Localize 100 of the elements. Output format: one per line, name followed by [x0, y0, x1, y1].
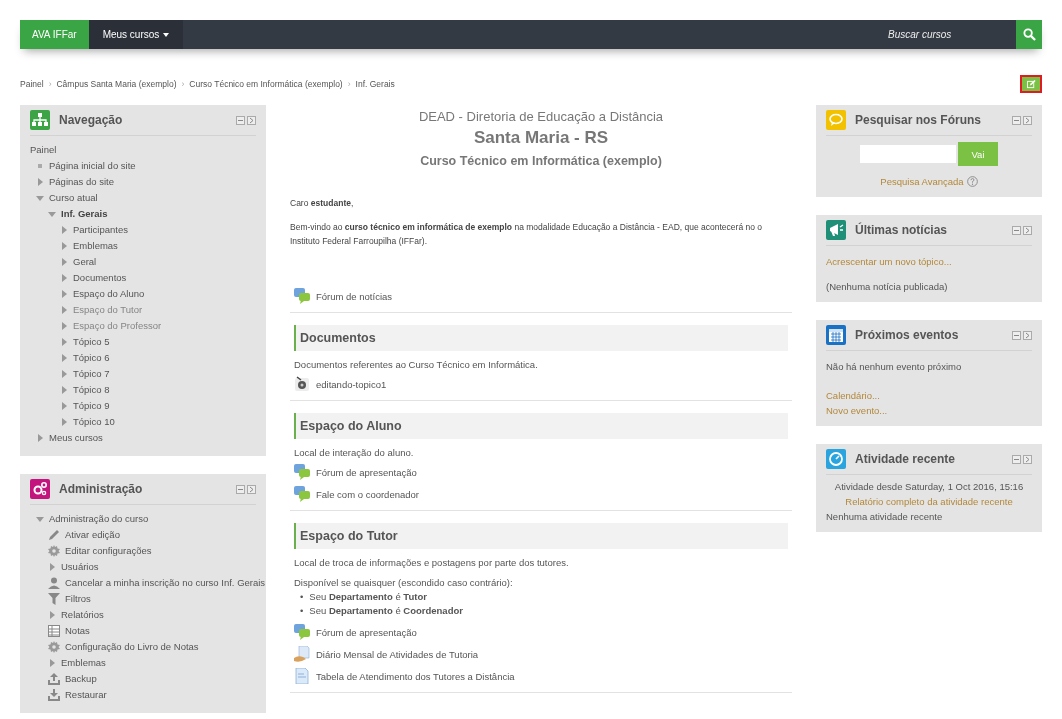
- document-icon: [294, 668, 310, 684]
- tree-item[interactable]: Restaurar: [65, 687, 107, 703]
- collapsed-arrow-icon[interactable]: [36, 178, 44, 186]
- edit-button[interactable]: [1020, 75, 1042, 93]
- block-controls-icon[interactable]: [236, 115, 256, 125]
- tree-item[interactable]: Tópico 5: [73, 334, 110, 350]
- tree-item[interactable]: Espaço do Aluno: [73, 286, 145, 302]
- collapsed-arrow-icon[interactable]: [36, 434, 44, 442]
- breadcrumb-link[interactable]: Câmpus Santa Maria (exemplo): [56, 79, 177, 89]
- collapsed-arrow-icon[interactable]: [60, 226, 68, 234]
- tree-item[interactable]: Tópico 6: [73, 350, 110, 366]
- upload-icon: [48, 673, 60, 685]
- courses-menu[interactable]: Meus cursos: [88, 20, 184, 49]
- tree-item[interactable]: Relatórios: [61, 607, 104, 623]
- tree-item[interactable]: Páginas do site: [49, 174, 114, 190]
- tree-item[interactable]: Painel: [30, 142, 57, 158]
- course-header-text: Santa Maria - RS: [472, 128, 610, 148]
- empty-message: (Nenhuma notícia publicada): [826, 281, 948, 292]
- block-title: Pesquisar nos Fóruns: [855, 113, 983, 127]
- section-heading: Espaço do Tutor: [294, 523, 788, 549]
- collapsed-arrow-icon[interactable]: [48, 611, 56, 619]
- expanded-arrow-icon[interactable]: [36, 515, 44, 523]
- breadcrumb-link[interactable]: Inf. Gerais: [355, 79, 395, 89]
- block-controls-icon[interactable]: [1012, 330, 1032, 340]
- tree-item[interactable]: Notas: [65, 623, 90, 639]
- tree-item[interactable]: Usuários: [61, 559, 99, 575]
- expanded-arrow-icon[interactable]: [36, 194, 44, 202]
- breadcrumb-link[interactable]: Painel: [20, 79, 44, 89]
- collapsed-arrow-icon[interactable]: [60, 322, 68, 330]
- activity-link[interactable]: Fórum de notícias: [316, 290, 393, 302]
- collapsed-arrow-icon[interactable]: [60, 290, 68, 298]
- table-icon: [48, 625, 60, 637]
- forum-search-field[interactable]: [860, 145, 956, 163]
- collapsed-arrow-icon[interactable]: [60, 386, 68, 394]
- tree-item[interactable]: Filtros: [65, 591, 91, 607]
- collapsed-arrow-icon[interactable]: [60, 370, 68, 378]
- collapsed-arrow-icon[interactable]: [60, 354, 68, 362]
- block-controls-icon[interactable]: [1012, 454, 1032, 464]
- bullet: •: [300, 590, 304, 604]
- block-title: Próximos eventos: [855, 328, 960, 342]
- expanded-arrow-icon[interactable]: [48, 210, 56, 218]
- tree-item[interactable]: Cancelar a minha inscrição no curso Inf. Gerais: [65, 575, 266, 591]
- tree-item[interactable]: Inf. Gerais: [61, 206, 108, 222]
- collapsed-arrow-icon[interactable]: [48, 659, 56, 667]
- block-controls-icon[interactable]: [1012, 225, 1032, 235]
- tree-item[interactable]: Página inicial do site: [49, 158, 136, 174]
- breadcrumb-separator: ›: [181, 79, 185, 89]
- collapsed-arrow-icon[interactable]: [60, 402, 68, 410]
- activity-link[interactable]: Fórum de apresentação: [316, 626, 417, 638]
- tree-item[interactable]: Documentos: [73, 270, 127, 286]
- search-button[interactable]: [1016, 20, 1042, 49]
- tree-item[interactable]: Backup: [65, 671, 97, 687]
- tree-item[interactable]: Administração do curso: [49, 511, 149, 527]
- block-title: Últimas notícias: [855, 223, 949, 237]
- breadcrumb-separator: ›: [347, 79, 351, 89]
- block-controls-icon[interactable]: [236, 484, 256, 494]
- collapsed-arrow-icon[interactable]: [60, 306, 68, 314]
- tree-item[interactable]: Curso atual: [49, 190, 98, 206]
- course-header-text: DEAD - Diretoria de Educação a Distância: [417, 109, 665, 124]
- help-icon[interactable]: [966, 176, 978, 187]
- collapsed-arrow-icon[interactable]: [60, 274, 68, 282]
- collapsed-arrow-icon[interactable]: [60, 338, 68, 346]
- activity-link[interactable]: Tabela de Atendimento dos Tutores a Distância: [316, 670, 515, 682]
- tree-item[interactable]: Meus cursos: [49, 430, 103, 446]
- restriction-condition: Seu Departamento é Coordenador: [309, 604, 463, 618]
- activity-link[interactable]: Diário Mensal de Atividades de Tutoria: [316, 648, 479, 660]
- block-controls-icon[interactable]: [1012, 115, 1032, 125]
- collapsed-arrow-icon[interactable]: [60, 242, 68, 250]
- tree-item[interactable]: Tópico 9: [73, 398, 110, 414]
- tree-item[interactable]: Geral: [73, 254, 97, 270]
- empty-message: Nenhuma atividade recente: [826, 511, 943, 522]
- collapsed-arrow-icon[interactable]: [60, 418, 68, 426]
- forum-icon: [294, 464, 310, 480]
- welcome-text: Bem-vindo ao curso técnico em informática de exemplo na modalidade Educação a Distância - EAD, que acontecerá no o Instituto Federal Farroupilha (IFFar).: [290, 221, 763, 248]
- tree-item[interactable]: Configuração do Livro de Notas: [65, 639, 199, 655]
- collapsed-arrow-icon[interactable]: [48, 563, 56, 571]
- gear-icon: [48, 545, 60, 557]
- forum-icon: [294, 486, 310, 502]
- filter-icon: [48, 593, 60, 605]
- tree-item[interactable]: Tópico 10: [73, 414, 115, 430]
- tree-item[interactable]: Emblemas: [61, 655, 106, 671]
- collapsed-arrow-icon[interactable]: [60, 258, 68, 266]
- tree-item[interactable]: Tópico 7: [73, 366, 110, 382]
- tree-item[interactable]: Participantes: [73, 222, 128, 238]
- tree-item[interactable]: Editar configurações: [65, 543, 152, 559]
- tree-item[interactable]: Emblemas: [73, 238, 118, 254]
- caret-icon: [163, 32, 170, 37]
- tree-item[interactable]: Ativar edição: [65, 527, 120, 543]
- activity-link[interactable]: Fórum de apresentação: [316, 466, 417, 478]
- greeting-text: Caro estudante,: [290, 198, 355, 208]
- activity-link[interactable]: editando-topico1: [316, 378, 387, 390]
- breadcrumb-link[interactable]: Curso Técnico em Informática (exemplo): [189, 79, 343, 89]
- tree-item[interactable]: Tópico 8: [73, 382, 110, 398]
- section-summary: Local de troca de informações e postagens por parte dos tutores.: [294, 557, 570, 568]
- bullet: •: [300, 604, 304, 618]
- activity-link[interactable]: Fale com o coordenador: [316, 488, 419, 500]
- restriction-condition: Seu Departamento é Tutor: [309, 590, 427, 604]
- forum-icon: [294, 624, 310, 640]
- course-search-field[interactable]: Buscar cursos: [880, 20, 1016, 49]
- book-icon: [294, 646, 310, 662]
